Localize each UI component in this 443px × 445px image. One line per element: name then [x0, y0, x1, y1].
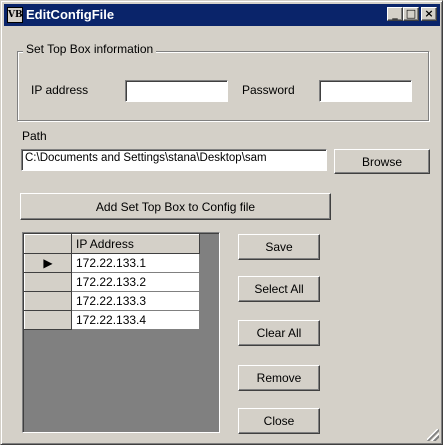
select-all-button[interactable]: Select All	[238, 276, 320, 302]
path-field[interactable]: C:\Documents and Settings\stana\Desktop\…	[21, 149, 327, 171]
minimize-button[interactable]: _	[387, 7, 403, 21]
ip-cell[interactable]: 172.22.133.2	[71, 272, 200, 292]
ip-address-label: IP address	[31, 83, 89, 97]
stb-info-group-title: Set Top Box information	[23, 42, 157, 56]
ip-address-grid[interactable]: IP Address ▶ 172.22.133.1 172.22.133.2 1…	[22, 232, 220, 433]
grid-corner-header	[24, 234, 72, 254]
add-set-top-box-button[interactable]: Add Set Top Box to Config file	[20, 193, 331, 220]
password-field[interactable]	[319, 80, 412, 102]
clear-all-button[interactable]: Clear All	[238, 320, 320, 346]
table-row[interactable]: 172.22.133.4	[24, 310, 200, 330]
path-label: Path	[22, 129, 47, 143]
maximize-button[interactable]: □	[403, 7, 419, 21]
app-icon: VB	[7, 7, 23, 23]
ip-cell[interactable]: 172.22.133.4	[71, 310, 200, 330]
edit-config-window: VB EditConfigFile _ □ × Set Top Box info…	[0, 0, 443, 445]
resize-grip-icon[interactable]	[427, 429, 439, 441]
title-bar[interactable]: VB EditConfigFile _ □ ×	[4, 4, 440, 26]
row-header[interactable]	[24, 291, 72, 311]
close-button[interactable]: Close	[238, 408, 320, 434]
current-row-marker-icon[interactable]: ▶	[24, 253, 72, 273]
password-label: Password	[242, 83, 295, 97]
close-window-button[interactable]: ×	[421, 7, 437, 21]
ip-address-field[interactable]	[125, 80, 228, 102]
ip-address-column-header[interactable]: IP Address	[71, 234, 200, 254]
row-header[interactable]	[24, 272, 72, 292]
table-row[interactable]: ▶ 172.22.133.1	[24, 253, 200, 273]
window-title: EditConfigFile	[26, 7, 115, 22]
ip-cell[interactable]: 172.22.133.1	[71, 253, 200, 273]
ip-cell[interactable]: 172.22.133.3	[71, 291, 200, 311]
browse-button[interactable]: Browse	[334, 149, 430, 174]
row-header[interactable]	[24, 310, 72, 330]
remove-button[interactable]: Remove	[238, 365, 320, 391]
table-row[interactable]: 172.22.133.2	[24, 272, 200, 292]
save-button[interactable]: Save	[238, 234, 320, 260]
table-row[interactable]: 172.22.133.3	[24, 291, 200, 311]
